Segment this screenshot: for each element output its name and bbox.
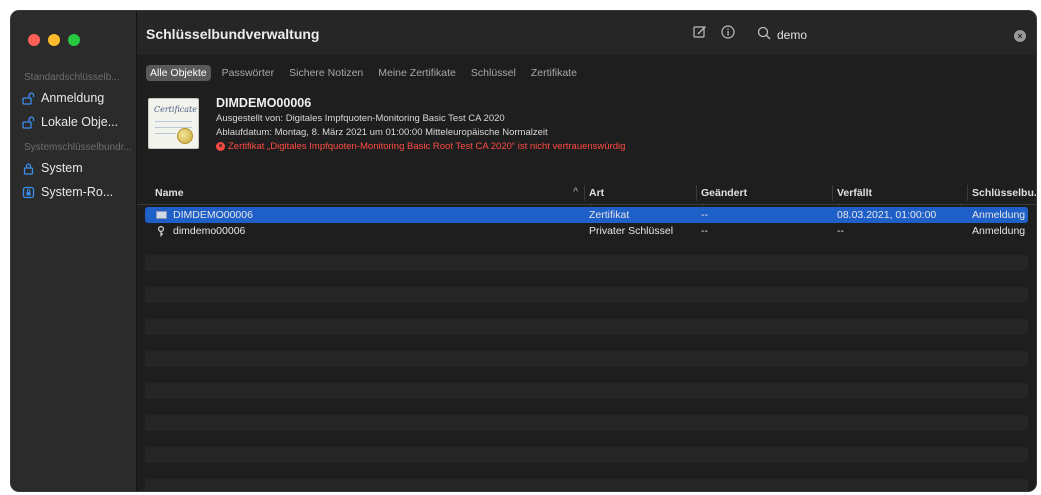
info-icon[interactable] (721, 25, 735, 44)
empty-row (145, 255, 1028, 271)
keychain-window: Standardschlüsselb... Anmeldung Lokale O… (10, 10, 1037, 492)
row-verfaellt: 08.03.2021, 01:00:00 (837, 209, 937, 221)
tab-meine-zertifikate[interactable]: Meine Zertifikate (374, 65, 460, 81)
lock-icon (21, 162, 35, 175)
table-row[interactable]: DIMDEMO00006 Zertifikat -- 08.03.2021, 0… (145, 207, 1028, 223)
sidebar-item-label: System (41, 161, 83, 175)
row-verfaellt: -- (837, 225, 844, 237)
table-header: Name ^ Art Geändert Verfällt Schlüsselbu… (137, 181, 1036, 205)
sidebar-item-system[interactable]: System (21, 158, 133, 178)
tab-alle-objekte[interactable]: Alle Objekte (146, 65, 211, 81)
column-header-schluesselbund[interactable]: Schlüsselbu... (972, 187, 1036, 199)
sidebar-item-lokale-objekte[interactable]: Lokale Obje... (21, 112, 133, 132)
window-title: Schlüsselbundverwaltung (146, 26, 320, 42)
row-name: dimdemo00006 (173, 225, 246, 237)
empty-row (145, 415, 1028, 431)
sort-ascending-icon: ^ (573, 186, 579, 196)
search-input[interactable] (777, 28, 977, 42)
sidebar-item-system-roots[interactable]: System-Ro... (21, 182, 133, 202)
detail-panel: Certificate DIMDEMO00006 Ausgestellt von… (137, 85, 1036, 181)
detail-title: DIMDEMO00006 (216, 96, 312, 110)
detail-warning: × Zertifikat „Digitales Impfquoten-Monit… (216, 141, 625, 152)
minimize-window-button[interactable] (48, 34, 60, 46)
row-schluesselbund: Anmeldung (972, 209, 1026, 221)
tab-sichere-notizen[interactable]: Sichere Notizen (285, 65, 367, 81)
row-art: Privater Schlüssel (589, 225, 674, 237)
empty-row (145, 447, 1028, 463)
certificate-script: Certificate (154, 105, 197, 114)
search-field[interactable] (757, 25, 1036, 45)
row-schluesselbund: Anmeldung (972, 225, 1026, 237)
column-header-name[interactable]: Name (155, 187, 184, 199)
empty-row (145, 383, 1028, 399)
sidebar-item-label: System-Ro... (41, 185, 114, 199)
tab-passwoerter[interactable]: Passwörter (218, 65, 279, 81)
compose-icon[interactable] (693, 25, 707, 44)
sidebar-item-anmeldung[interactable]: Anmeldung (21, 88, 133, 108)
sidebar-section-system: Systemschlüsselbundr... (24, 142, 132, 153)
category-tabs: Alle Objekte Passwörter Sichere Notizen … (146, 65, 581, 81)
sidebar-item-label: Lokale Obje... (41, 115, 119, 129)
cabinet-lock-icon (21, 186, 35, 199)
certificate-icon: Certificate (148, 98, 199, 149)
detail-issued-by: Ausgestellt von: Digitales Impfquoten-Mo… (216, 113, 505, 124)
empty-row (145, 351, 1028, 367)
error-icon: × (216, 142, 225, 151)
sidebar-section-default: Standardschlüsselb... (24, 72, 120, 83)
column-header-geaendert[interactable]: Geändert (701, 187, 747, 199)
items-table: Name ^ Art Geändert Verfällt Schlüsselbu… (137, 181, 1036, 491)
lock-open-icon (21, 92, 35, 105)
zoom-window-button[interactable] (68, 34, 80, 46)
detail-expiry: Ablaufdatum: Montag, 8. März 2021 um 01:… (216, 127, 548, 138)
lock-open-icon (21, 116, 35, 129)
empty-row (145, 319, 1028, 335)
column-header-art[interactable]: Art (589, 187, 604, 199)
clear-icon[interactable]: × (1014, 30, 1026, 42)
empty-row (145, 479, 1028, 491)
row-art: Zertifikat (589, 209, 630, 221)
close-window-button[interactable] (28, 34, 40, 46)
key-icon (155, 225, 167, 237)
row-name-cell: DIMDEMO00006 (155, 209, 253, 221)
certificate-icon (155, 211, 167, 219)
window-controls (28, 34, 80, 46)
sidebar: Standardschlüsselb... Anmeldung Lokale O… (11, 11, 137, 491)
table-row[interactable]: dimdemo00006 Privater Schlüssel -- -- An… (145, 223, 1028, 239)
row-geaendert: -- (701, 225, 708, 237)
sidebar-item-label: Anmeldung (41, 91, 105, 105)
row-name: DIMDEMO00006 (173, 209, 253, 221)
seal-icon (177, 128, 193, 144)
search-icon (757, 26, 771, 45)
detail-warning-text: Zertifikat „Digitales Impfquoten-Monitor… (228, 141, 626, 152)
toolbar: Schlüsselbundverwaltung × (137, 11, 1036, 55)
empty-row (145, 287, 1028, 303)
row-geaendert: -- (701, 209, 708, 221)
column-header-verfaellt[interactable]: Verfällt (837, 187, 872, 199)
tab-schluessel[interactable]: Schlüssel (467, 65, 520, 81)
tab-zertifikate[interactable]: Zertifikate (527, 65, 581, 81)
row-name-cell: dimdemo00006 (155, 225, 245, 237)
